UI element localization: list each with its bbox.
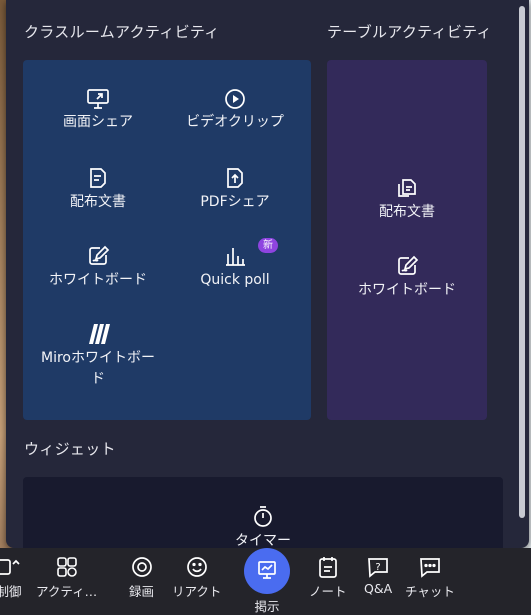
documents-stack-icon	[398, 179, 416, 197]
classroom-activities-card: 画面シェア ビデオクリップ 配布文書 PDFシェア ホワイトボード Quick …	[23, 60, 311, 420]
bar-chart-icon	[226, 248, 245, 266]
whiteboard-pen-icon	[89, 245, 110, 265]
miro-whiteboard-label: Miroホワイトボード	[41, 350, 155, 387]
table-whiteboard-label: ホワイトボード	[358, 282, 456, 298]
chat-label: チャット	[405, 584, 455, 599]
video-clip-button[interactable]: ビデオクリップ	[170, 88, 300, 133]
handout-label: 配布文書	[70, 194, 126, 210]
activities-label: アクティ…	[36, 584, 98, 599]
qa-icon: ?	[368, 558, 388, 578]
new-badge: 新	[258, 238, 278, 253]
whiteboard-label: ホワイトボード	[49, 272, 147, 288]
notes-button[interactable]: ノート	[309, 556, 347, 600]
whiteboard-pen-icon	[398, 255, 419, 275]
panel-scrollbar[interactable]	[519, 6, 525, 518]
qa-label: Q&A	[364, 581, 393, 596]
present-icon	[258, 560, 276, 579]
table-activities-card: 配布文書 ホワイトボード	[327, 60, 487, 420]
screen-share-button[interactable]: 画面シェア	[33, 88, 163, 133]
classroom-activities-header: クラスルームアクティビティ	[24, 23, 220, 41]
activities-icon	[56, 557, 77, 577]
record-icon	[131, 557, 152, 577]
screen-share-label: 画面シェア	[63, 114, 133, 130]
table-handout-label: 配布文書	[379, 204, 435, 220]
quick-poll-button[interactable]: Quick poll 新	[170, 238, 300, 291]
present-button-circle[interactable]	[244, 548, 290, 594]
play-circle-icon	[225, 89, 245, 109]
record-button[interactable]: 録画	[129, 556, 154, 600]
activities-button[interactable]: アクティ…	[36, 556, 97, 600]
timer-button[interactable]: タイマー	[198, 505, 328, 548]
screen-share-icon	[87, 89, 109, 109]
quick-poll-label: Quick poll	[200, 272, 270, 288]
notes-icon	[318, 557, 337, 578]
document-icon	[90, 168, 106, 188]
whiteboard-button[interactable]: ホワイトボード	[33, 244, 163, 291]
timer-label: タイマー	[235, 533, 291, 548]
pdf-share-button[interactable]: PDFシェア	[170, 166, 300, 213]
chat-icon	[420, 558, 440, 578]
table-activities-header: テーブルアクティビティ	[327, 23, 492, 41]
activities-panel: クラスルームアクティビティ テーブルアクティビティ 画面シェア ビデオクリップ …	[6, 0, 529, 548]
notes-label: ノート	[309, 584, 347, 599]
widgets-card: タイマー	[23, 477, 503, 548]
chat-button[interactable]: チャット	[405, 556, 455, 600]
smiley-icon	[186, 557, 207, 577]
pdf-share-label: PDFシェア	[200, 194, 270, 210]
present-button[interactable]: 掲示	[244, 548, 290, 615]
table-whiteboard-button[interactable]: ホワイトボード	[342, 254, 472, 301]
widgets-header: ウィジェット	[24, 440, 116, 458]
react-label: リアクト	[172, 584, 222, 599]
bottom-toolbar: 制御 アクティ… 録画 リアクト 掲示 ノート ? Q&A チャット	[0, 548, 531, 615]
table-handout-button[interactable]: 配布文書	[342, 176, 472, 223]
miro-logo-icon	[89, 324, 110, 344]
qa-button[interactable]: ? Q&A	[364, 556, 392, 596]
control-label: 制御	[0, 584, 22, 599]
timer-icon	[254, 506, 272, 527]
react-button[interactable]: リアクト	[172, 556, 221, 600]
svg-text:?: ?	[375, 562, 380, 573]
handout-button[interactable]: 配布文書	[33, 166, 163, 213]
pdf-upload-icon	[227, 168, 243, 188]
miro-whiteboard-button[interactable]: Miroホワイトボード	[33, 322, 163, 390]
control-button[interactable]: 制御	[0, 556, 22, 600]
record-label: 録画	[129, 584, 155, 599]
video-clip-label: ビデオクリップ	[186, 114, 284, 130]
control-icon	[0, 559, 20, 575]
present-label: 掲示	[254, 599, 280, 614]
